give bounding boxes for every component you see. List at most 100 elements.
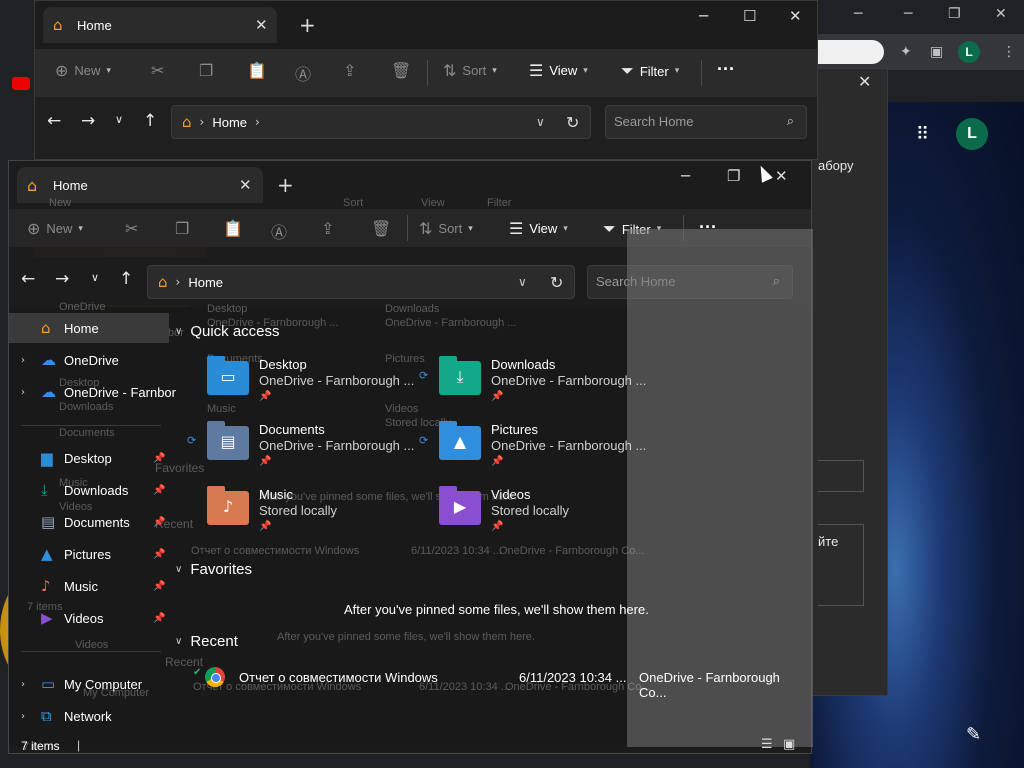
browser-restore-icon[interactable]: ❐ (948, 6, 961, 22)
collapse-chevron-icon[interactable]: ∨ (175, 564, 182, 575)
tiles-view-icon[interactable]: ▣ (783, 737, 795, 752)
sidebar-item-documents[interactable]: ▤ Documents 📌 (9, 507, 169, 537)
extensions-icon[interactable]: ✦ (900, 44, 912, 60)
search-icon[interactable]: ⌕ (787, 114, 794, 129)
page-avatar[interactable]: L (956, 118, 988, 150)
address-dropdown-icon[interactable]: ∨ (518, 275, 527, 289)
restore-icon[interactable]: ❐ (727, 167, 740, 185)
paste-icon[interactable]: 📋 (247, 61, 267, 80)
quick-access-item-downloads[interactable]: ⟳ ⤓ Downloads OneDrive - Farnborough ...… (419, 356, 659, 415)
expand-chevron-icon[interactable]: › (21, 679, 25, 690)
paste-icon[interactable]: 📋 (223, 219, 243, 238)
share-icon[interactable]: ⇪ (343, 61, 356, 80)
profile-avatar[interactable]: L (958, 41, 980, 63)
minimize-icon[interactable]: ─ (681, 167, 690, 185)
sidebar-item-music[interactable]: ♪ Music 📌 (9, 571, 169, 601)
address-bar[interactable]: ⌂ › Home ∨ ↻ (147, 265, 575, 299)
recent-file-row[interactable]: ✔ Отчет о совместимости Windows 6/11/202… (193, 667, 805, 700)
dialog-close-icon[interactable]: ✕ (858, 72, 871, 91)
new-tab-icon[interactable]: + (277, 173, 294, 197)
quick-access-header[interactable]: ∨ Quick access (175, 323, 280, 340)
address-bar[interactable] (818, 40, 884, 64)
minimize-icon[interactable]: ─ (699, 7, 708, 25)
apps-grid-icon[interactable]: ⠿ (916, 124, 929, 145)
rename-icon[interactable]: Ⓐ (295, 61, 311, 85)
quick-access-item-desktop[interactable]: ▭ Desktop OneDrive - Farnborough ... 📌 (207, 356, 427, 415)
close-tab-icon[interactable]: ✕ (239, 176, 252, 194)
sidebar-item-home[interactable]: ⌂ Home (9, 313, 169, 343)
expand-chevron-icon[interactable]: › (21, 387, 25, 398)
copy-icon[interactable]: ❐ (175, 219, 189, 238)
collapse-chevron-icon[interactable]: ∨ (175, 636, 182, 647)
quick-access-item-documents[interactable]: ⟳ ▤ Documents OneDrive - Farnborough ...… (187, 421, 427, 480)
address-bar[interactable]: ⌂ › Home › ∨ ↻ (171, 105, 591, 139)
cut-icon[interactable]: ✂ (151, 61, 164, 80)
breadcrumb-home[interactable]: Home (212, 115, 247, 130)
search-input[interactable] (614, 114, 764, 129)
collapse-chevron-icon[interactable]: ∨ (175, 326, 182, 337)
breadcrumb-home[interactable]: Home (188, 275, 223, 290)
copy-icon[interactable]: ❐ (199, 61, 213, 80)
address-dropdown-icon[interactable]: ∨ (536, 115, 545, 129)
back-arrow-icon[interactable]: ← (21, 269, 35, 289)
pin-icon[interactable]: 📌 (153, 549, 165, 560)
cut-icon[interactable]: ✂ (125, 219, 138, 238)
up-arrow-icon[interactable]: ↑ (143, 111, 157, 131)
close-icon[interactable]: ✕ (775, 167, 788, 185)
quick-access-item-pictures[interactable]: ⟳ ▲ Pictures OneDrive - Farnborough ... … (419, 421, 659, 480)
browser-minimize-icon[interactable]: ─ (854, 6, 862, 22)
sidebar-item-pictures[interactable]: ▲ Pictures 📌 (9, 539, 169, 569)
sidebar-item-my-computer[interactable]: › ▭ My Computer (9, 669, 169, 699)
sidebar-item-network[interactable]: › ⧉ Network (9, 701, 169, 731)
filter-button[interactable]: ⏷ Filter ▾ (621, 61, 679, 81)
up-arrow-icon[interactable]: ↑ (119, 269, 133, 289)
close-tab-icon[interactable]: ✕ (255, 16, 268, 34)
forward-arrow-icon[interactable]: → (81, 111, 95, 131)
tab-home[interactable]: ⌂ Home ✕ (43, 7, 277, 43)
recent-locations-icon[interactable]: ∨ (115, 113, 123, 126)
pin-icon[interactable]: 📌 (153, 517, 165, 528)
search-box[interactable]: ⌕ (605, 105, 807, 139)
rename-icon[interactable]: Ⓐ (271, 219, 287, 243)
delete-icon[interactable]: 🗑 (391, 61, 411, 80)
refresh-icon[interactable]: ↻ (550, 273, 563, 292)
new-button[interactable]: ⊕ New ▾ (27, 219, 83, 238)
back-arrow-icon[interactable]: ← (47, 111, 61, 131)
sidebar-item-onedrive[interactable]: › ☁ OneDrive (9, 345, 169, 375)
refresh-icon[interactable]: ↻ (566, 113, 579, 132)
recent-header[interactable]: ∨ Recent (175, 633, 238, 650)
share-icon[interactable]: ⇪ (321, 219, 334, 238)
sidepanel-icon[interactable]: ▣ (930, 44, 943, 60)
sidebar-item-desktop[interactable]: ▆ Desktop 📌 (9, 443, 169, 473)
sidebar-item-downloads[interactable]: ⤓ Downloads 📌 (9, 475, 169, 505)
menu-icon[interactable]: ⋮ (1002, 44, 1016, 60)
pin-icon[interactable]: 📌 (153, 581, 165, 592)
quick-access-item-videos[interactable]: ▶ Videos Stored locally 📌 (439, 486, 659, 545)
pin-icon[interactable]: 📌 (153, 453, 165, 464)
sidebar-item-onedrive-farnborough[interactable]: › ☁ OneDrive - Farnbor (9, 377, 176, 407)
new-button[interactable]: ⊕ New ▾ (55, 61, 111, 80)
recent-locations-icon[interactable]: ∨ (91, 271, 99, 284)
youtube-icon[interactable] (12, 77, 30, 90)
dialog-field[interactable] (818, 460, 864, 492)
close-icon[interactable]: ✕ (789, 7, 802, 25)
new-tab-icon[interactable]: + (299, 13, 316, 37)
favorites-header[interactable]: ∨ Favorites (175, 561, 252, 578)
expand-chevron-icon[interactable]: › (21, 711, 25, 722)
sidebar-item-videos[interactable]: ▶ Videos 📌 (9, 603, 169, 633)
expand-chevron-icon[interactable]: › (21, 355, 25, 366)
edit-pencil-icon[interactable]: ✎ (966, 724, 981, 745)
forward-arrow-icon[interactable]: → (55, 269, 69, 289)
browser-close-icon[interactable]: ✕ (995, 6, 1007, 22)
quick-access-item-music[interactable]: ♪ Music Stored locally 📌 (207, 486, 427, 545)
sort-button[interactable]: ⇅ Sort ▾ (419, 219, 473, 238)
view-button[interactable]: ☰ View ▾ (509, 219, 568, 238)
view-button[interactable]: ☰ View ▾ (529, 61, 588, 80)
maximize-icon[interactable]: ☐ (743, 7, 756, 25)
pin-icon[interactable]: 📌 (153, 613, 165, 624)
browser-minimize-icon[interactable]: ─ (904, 6, 912, 22)
pin-icon[interactable]: 📌 (153, 485, 165, 496)
details-view-icon[interactable]: ☰ (761, 737, 773, 752)
chevron-right-icon[interactable]: › (255, 115, 260, 129)
delete-icon[interactable]: 🗑 (371, 219, 391, 238)
